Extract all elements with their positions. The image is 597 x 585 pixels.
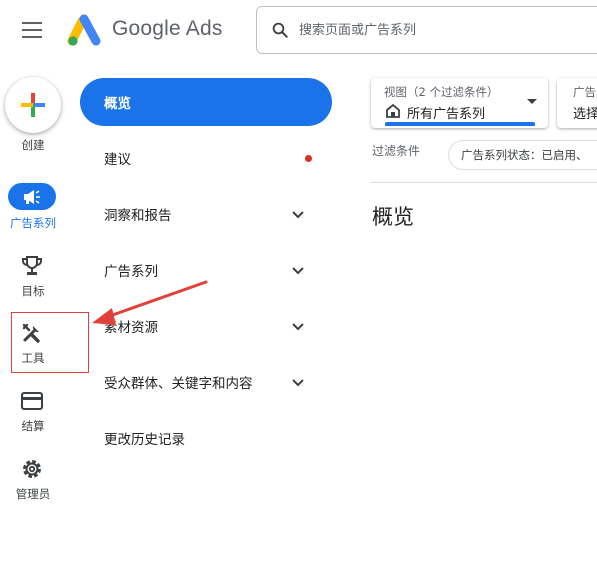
nav-item-overview[interactable]: 概览	[80, 78, 332, 126]
campaigns-pill	[8, 183, 56, 210]
filters-label: 过滤条件	[372, 144, 421, 158]
nav-label: 广告系列	[104, 264, 158, 280]
nav-label: 洞察和报告	[104, 208, 172, 224]
tools-highlight-box	[11, 312, 89, 373]
nav-item-insights[interactable]: 洞察和报告	[80, 190, 332, 238]
dropdown-caret-icon	[527, 99, 537, 104]
nav-item-change-history[interactable]: 更改历史记录	[80, 414, 332, 462]
nav-label: 概览	[104, 96, 131, 112]
google-ads-app: Google Ads 创建 广告系列	[0, 0, 597, 585]
plus-icon	[21, 93, 45, 117]
goals-label: 目标	[21, 284, 45, 298]
nav-label: 建议	[104, 152, 131, 168]
billing-label: 结算	[21, 419, 45, 433]
rail-item-campaigns[interactable]: 广告系列	[0, 180, 66, 242]
view-caption: 视图（2 个过滤条件）	[384, 85, 499, 99]
nav-label: 受众群体、关键字和内容	[104, 376, 253, 392]
nav-item-campaigns[interactable]: 广告系列	[80, 246, 332, 294]
campaign-caption: 广告	[573, 85, 596, 99]
campaign-value: 选择	[573, 107, 597, 122]
chevron-down-icon	[292, 379, 304, 387]
nav-label: 更改历史记录	[104, 432, 185, 448]
create-button[interactable]	[5, 77, 61, 133]
main-menu-button[interactable]	[18, 18, 46, 42]
campaign-selector[interactable]: 广告 选择	[557, 78, 597, 128]
filter-chip-campaign-status[interactable]: 广告系列状态：已启用、	[448, 140, 597, 170]
chevron-down-icon	[292, 211, 304, 219]
search-box[interactable]	[256, 6, 597, 54]
nav-item-audiences[interactable]: 受众群体、关键字和内容	[80, 358, 332, 406]
nav-label: 素材资源	[104, 320, 158, 336]
chevron-down-icon	[292, 323, 304, 331]
campaigns-label: 广告系列	[10, 216, 56, 230]
rail-item-goals[interactable]: 目标	[0, 250, 66, 312]
home-icon	[386, 103, 400, 118]
credit-card-icon	[21, 392, 43, 410]
search-input[interactable]	[299, 22, 499, 38]
megaphone-icon	[24, 189, 40, 204]
search-icon	[272, 22, 288, 38]
page-title: 概览	[372, 205, 414, 229]
google-ads-logo	[67, 14, 101, 46]
chevron-down-icon	[292, 267, 304, 275]
nav-item-assets[interactable]: 素材资源	[80, 302, 332, 350]
admin-label: 管理员	[15, 487, 51, 501]
gear-icon	[23, 460, 41, 478]
divider	[371, 182, 597, 183]
rail-item-admin[interactable]: 管理员	[0, 454, 66, 516]
notification-dot	[305, 155, 312, 162]
view-selector[interactable]: 视图（2 个过滤条件） 所有广告系列	[371, 78, 548, 128]
create-label: 创建	[21, 138, 45, 152]
rail-item-billing[interactable]: 结算	[0, 386, 66, 448]
view-active-indicator	[385, 122, 535, 126]
nav-item-recommendations[interactable]: 建议	[80, 134, 332, 182]
trophy-icon	[22, 256, 42, 275]
filter-chip-text: 广告系列状态：已启用、	[461, 148, 588, 162]
brand-name: Google Ads	[112, 17, 223, 40]
view-value: 所有广告系列	[407, 107, 486, 122]
